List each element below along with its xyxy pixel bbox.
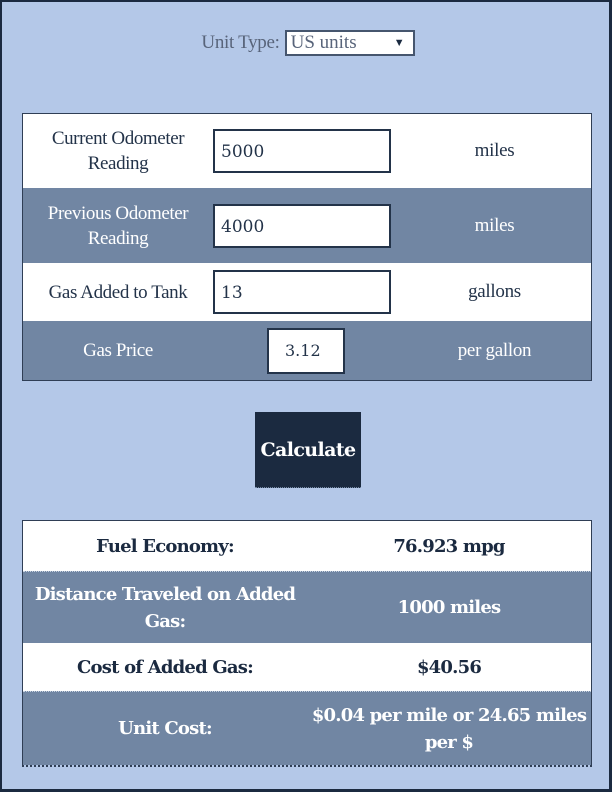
previous-odometer-input[interactable]: 4000 <box>213 203 391 248</box>
previous-odometer-unit: miles <box>474 214 515 236</box>
cost-value: $40.56 <box>416 656 482 678</box>
input-row-gas-added: Gas Added to Tank 13 gallons <box>23 263 591 321</box>
input-row-gas-price: Gas Price 3.12 per gallon <box>23 321 591 380</box>
current-odometer-unit: miles <box>474 140 515 161</box>
gas-added-unit: gallons <box>468 281 521 302</box>
current-odometer-input[interactable]: 5000 <box>213 129 391 173</box>
unit-type-row: Unit Type: US units ▼ <box>2 30 612 56</box>
gas-price-unit: per gallon <box>457 339 532 361</box>
result-row-cost: Cost of Added Gas: $40.56 <box>23 643 591 691</box>
gas-price-input[interactable]: 3.12 <box>267 327 345 374</box>
previous-odometer-label: Previous Odometer Reading <box>47 202 189 249</box>
input-row-current-odometer: Current Odometer Reading 5000 miles <box>23 114 591 188</box>
input-table: Current Odometer Reading 5000 miles Prev… <box>22 113 592 381</box>
results-table: Fuel Economy: 76.923 mpg Distance Travel… <box>22 520 592 767</box>
calculate-button[interactable]: Calculate <box>255 412 361 488</box>
calculator-frame: Unit Type: US units ▼ Current Odometer R… <box>0 0 612 792</box>
result-row-distance: Distance Traveled on Added Gas: 1000 mil… <box>23 571 591 643</box>
gas-added-label: Gas Added to Tank <box>48 281 188 303</box>
result-row-unit-cost: Unit Cost: $0.04 per mile or 24.65 miles… <box>23 691 591 765</box>
dropdown-arrow-icon: ▼ <box>393 37 405 49</box>
fuel-economy-value: 76.923 mpg <box>393 535 505 557</box>
distance-value: 1000 miles <box>397 597 501 618</box>
unit-type-selected-value: US units <box>290 32 357 53</box>
unit-cost-value: $0.04 per mile or 24.65 miles per $ <box>311 704 587 753</box>
fuel-economy-label: Fuel Economy: <box>96 535 234 557</box>
gas-added-input[interactable]: 13 <box>213 270 391 314</box>
unit-cost-label: Unit Cost: <box>118 718 212 739</box>
input-row-previous-odometer: Previous Odometer Reading 4000 miles <box>23 188 591 263</box>
gas-price-label: Gas Price <box>83 340 153 361</box>
result-row-fuel-economy: Fuel Economy: 76.923 mpg <box>23 521 591 571</box>
cost-label: Cost of Added Gas: <box>77 656 254 678</box>
unit-type-label: Unit Type: <box>201 32 280 53</box>
current-odometer-label: Current Odometer Reading <box>51 128 185 174</box>
unit-type-select[interactable]: US units ▼ <box>284 30 415 56</box>
distance-label: Distance Traveled on Added Gas: <box>34 583 296 632</box>
